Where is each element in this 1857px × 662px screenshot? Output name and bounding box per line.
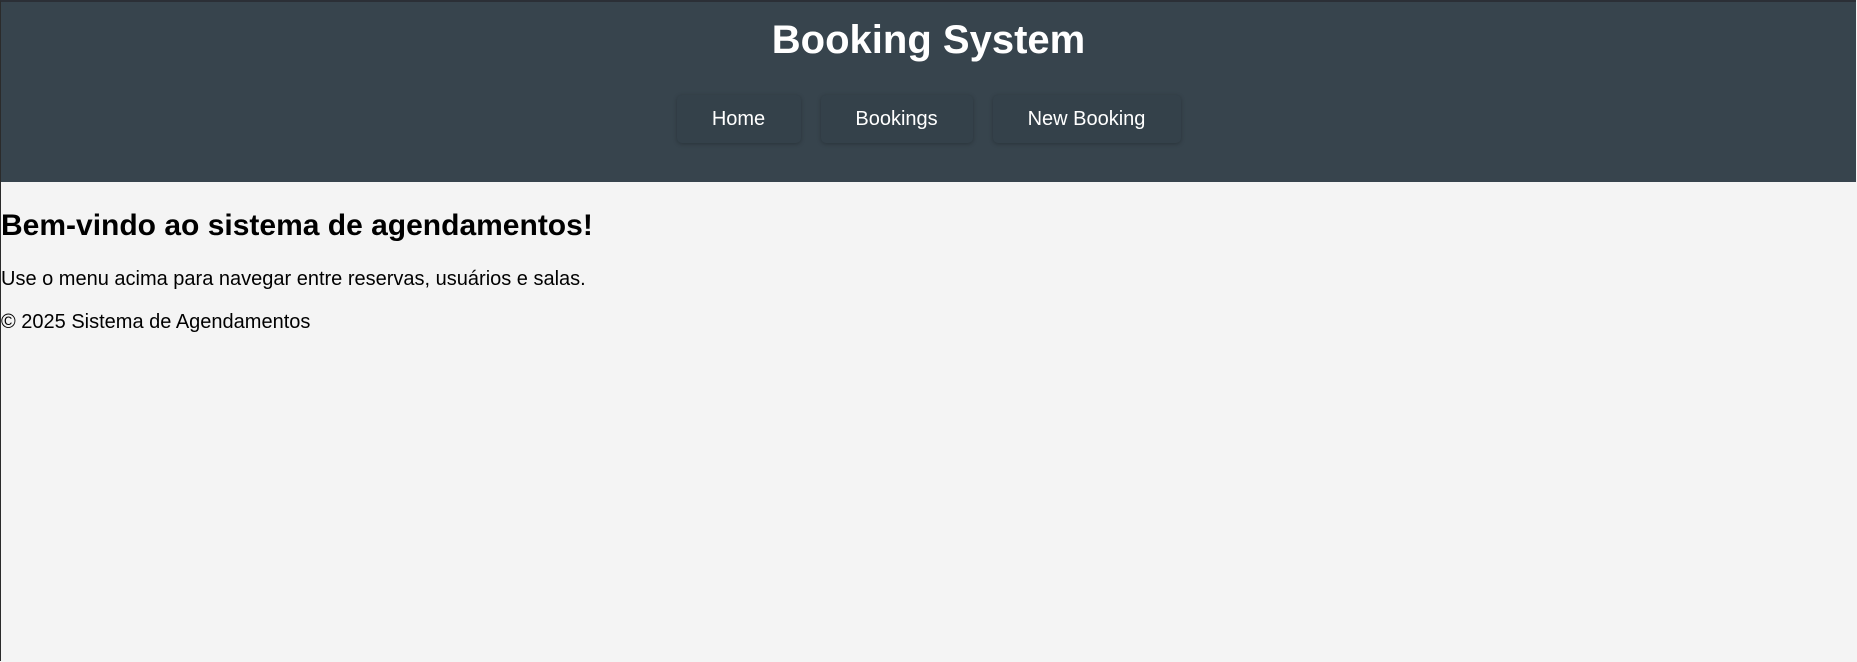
site-header: Booking System Home Bookings New Booking xyxy=(1,2,1856,182)
page-frame: Booking System Home Bookings New Booking… xyxy=(0,0,1856,661)
intro-text: Use o menu acima para navegar entre rese… xyxy=(1,268,586,290)
main-nav: Home Bookings New Booking xyxy=(1,95,1856,143)
nav-bookings-button[interactable]: Bookings xyxy=(820,95,973,143)
nav-new-booking-button[interactable]: New Booking xyxy=(992,95,1181,143)
welcome-heading: Bem-vindo ao sistema de agendamentos! xyxy=(1,209,593,242)
site-title: Booking System xyxy=(771,18,1086,62)
nav-home-button[interactable]: Home xyxy=(676,95,801,143)
site-footer: © 2025 Sistema de Agendamentos xyxy=(1,311,311,333)
